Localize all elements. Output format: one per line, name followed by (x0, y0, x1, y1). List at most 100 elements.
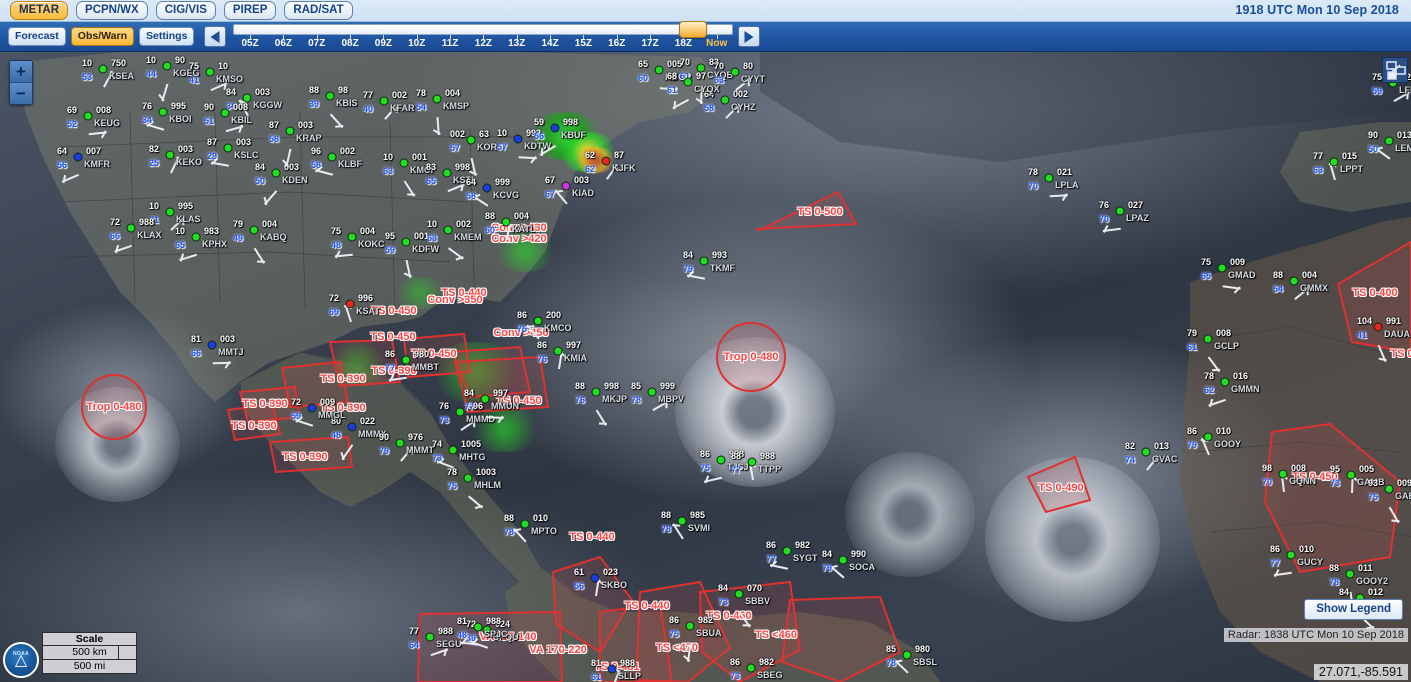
weather-map-canvas[interactable]: TS 0-500 Trop 0-480 Trop 0-480 TS 0-490 TS 0… (0, 52, 1411, 682)
timeline-track[interactable] (233, 23, 734, 35)
station-pressure: 003 (298, 120, 314, 130)
cursor-coordinates: 27.071,-85.591 (1313, 664, 1408, 680)
flight-category-dot (249, 225, 259, 235)
timeline-tick-08z[interactable]: 08Z (341, 38, 358, 49)
flight-category-dot (345, 299, 355, 309)
flight-category-dot (902, 650, 912, 660)
station-temperature: 77 (409, 626, 420, 636)
timeline-tick-05z[interactable]: 05Z (241, 38, 258, 49)
station-identifier: CYHZ (731, 102, 756, 112)
station-temperature: 74 (432, 439, 443, 449)
timeline-tick-12z[interactable]: 12Z (475, 38, 492, 49)
timeline-tick-11z[interactable]: 11Z (442, 38, 459, 49)
station-pressure: 10 (218, 61, 229, 71)
timeline-tick-15z[interactable]: 15Z (575, 38, 592, 49)
station-temperature: 10 (383, 152, 394, 162)
timeline-tick-10z[interactable]: 10Z (408, 38, 425, 49)
station-identifier: GMMX (1300, 283, 1328, 293)
flight-category-dot (442, 168, 452, 178)
station-identifier: SBSL (913, 657, 938, 667)
station-identifier: LPAZ (1126, 213, 1149, 223)
map-layers-icon[interactable] (1382, 57, 1408, 83)
station-dewpoint: 29 (207, 151, 218, 161)
station-dewpoint: 67 (545, 189, 556, 199)
zoom-out-button[interactable]: − (10, 83, 32, 104)
station-identifier: KRAP (296, 133, 322, 143)
station-dewpoint: 58 (311, 160, 322, 170)
station-identifier: SEGU (436, 639, 462, 649)
station-pressure: 991 (1386, 316, 1402, 326)
station-identifier: KGGW (253, 100, 282, 110)
station-pressure: 002 (392, 90, 408, 100)
station-dewpoint: 69 (329, 307, 340, 317)
mode-button-forecast[interactable]: Forecast (8, 27, 66, 46)
timeline-tick-18z[interactable]: 18Z (675, 38, 692, 49)
timeline-tick-17z[interactable]: 17Z (641, 38, 658, 49)
station-temperature: 84 (718, 583, 729, 593)
station-pressure: 004 (360, 226, 376, 236)
timeline-handle[interactable] (679, 20, 708, 38)
station-pressure: 999 (495, 177, 511, 187)
station-dewpoint: 34 (142, 115, 153, 125)
station-dewpoint: 77 (731, 465, 742, 475)
timeline-prev-icon[interactable] (204, 26, 227, 47)
show-legend-button[interactable]: Show Legend (1304, 599, 1403, 620)
station-temperature: 76 (142, 101, 153, 111)
station-pressure: 999 (660, 381, 676, 391)
station-pressure: 003 (574, 175, 590, 185)
product-tab-cigvis[interactable]: CIG/VIS (155, 1, 216, 20)
timeline-tick-16z[interactable]: 16Z (608, 38, 625, 49)
product-tab-radsat[interactable]: RAD/SAT (284, 1, 353, 20)
product-tab-pirep[interactable]: PIREP (223, 1, 277, 20)
flight-category-dot (1286, 550, 1296, 560)
zoom-in-button[interactable]: + (10, 61, 32, 83)
flight-category-dot (325, 91, 335, 101)
station-identifier: SPJC (484, 629, 508, 639)
mode-button-obswarn[interactable]: Obs/Warn (70, 27, 134, 46)
scale-km-label: 500 km (72, 646, 107, 658)
mode-button-settings[interactable]: Settings (138, 27, 195, 46)
station-dewpoint: 65 (426, 176, 437, 186)
station-temperature: 85 (886, 644, 897, 654)
station-temperature: 62 (585, 150, 596, 160)
station-pressure: 004 (1302, 270, 1318, 280)
timeline-tick-13z[interactable]: 13Z (508, 38, 525, 49)
station-pressure: 997 (493, 388, 509, 398)
flight-category-dot (432, 94, 442, 104)
timeline-tick-now[interactable]: Now (706, 38, 727, 49)
station-identifier: KMCO (544, 323, 572, 333)
timeline-tick-06z[interactable]: 06Z (275, 38, 292, 49)
station-dewpoint: 62 (585, 164, 596, 174)
flight-category-dot (443, 225, 453, 235)
station-temperature: 84 (683, 250, 694, 260)
station-dewpoint: 75 (700, 463, 711, 473)
flight-category-dot (1141, 447, 1151, 457)
flight-category-dot (647, 387, 657, 397)
station-pressure: 016 (1233, 371, 1249, 381)
flight-category-dot (1373, 322, 1383, 332)
station-dewpoint: 54 (416, 102, 427, 112)
station-pressure: 027 (1128, 200, 1144, 210)
map-zoom-controls[interactable]: + − (9, 60, 33, 105)
product-tab-pcpnwx[interactable]: PCPN/WX (76, 1, 148, 20)
station-temperature: 75 (331, 226, 342, 236)
station-temperature: 10 (149, 201, 160, 211)
product-tab-metar[interactable]: METAR (10, 1, 69, 20)
station-dewpoint: 61 (1187, 342, 1198, 352)
station-temperature: 86 (1270, 544, 1281, 554)
station-pressure: 022 (360, 416, 376, 426)
station-dewpoint: 25 (149, 158, 160, 168)
station-dewpoint: 76 (575, 395, 586, 405)
station-temperature: 59 (534, 117, 545, 127)
timeline-tick-09z[interactable]: 09Z (375, 38, 392, 49)
station-identifier: LPLA (1055, 180, 1079, 190)
timeline-ticks: 05Z 06Z 07Z 08Z 09Z 10Z 11Z 12Z 13Z 14Z 15Z 16Z 17Z 1… (233, 34, 733, 51)
timeline-slider[interactable]: 05Z 06Z 07Z 08Z 09Z 10Z 11Z 12Z 13Z 14Z 15Z 16Z 17Z 1… (233, 20, 734, 51)
station-temperature: 10 (146, 55, 157, 65)
station-dewpoint: 74 (1125, 455, 1136, 465)
flight-category-dot (1203, 334, 1213, 344)
timeline-tick-14z[interactable]: 14Z (541, 38, 558, 49)
timeline-tick-07z[interactable]: 07Z (308, 38, 325, 49)
timeline-next-icon[interactable] (738, 26, 761, 47)
station-pressure: 007 (86, 146, 102, 156)
